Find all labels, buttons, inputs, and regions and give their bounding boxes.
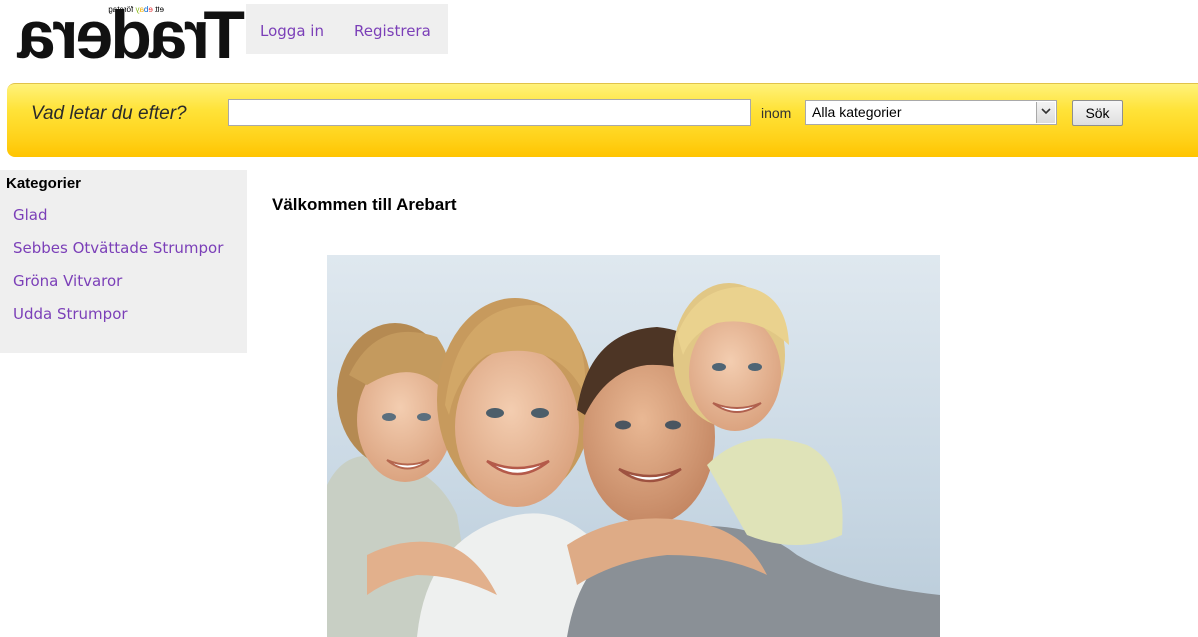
category-select[interactable]: Alla kategorier bbox=[805, 100, 1057, 125]
category-link-grona-vitvaror[interactable]: Gröna Vitvaror bbox=[13, 272, 122, 290]
category-sidebar: Kategorier Glad Sebbes Otvättade Strumpo… bbox=[0, 170, 247, 353]
list-item: Sebbes Otvättade Strumpor bbox=[13, 236, 238, 261]
category-link-udda-strumpor[interactable]: Udda Strumpor bbox=[13, 305, 128, 323]
search-bar: Vad letar du efter? inom Alla kategorier… bbox=[7, 83, 1198, 157]
sidebar-heading: Kategorier bbox=[6, 175, 82, 192]
page-title: Välkommen till Arebart bbox=[272, 195, 457, 214]
within-label: inom bbox=[761, 105, 792, 121]
tradera-logo[interactable]: ett ebay företag Tradera bbox=[7, 0, 245, 74]
login-link[interactable]: Logga in bbox=[260, 22, 324, 40]
logo-wordmark: Tradera bbox=[20, 0, 245, 73]
register-link[interactable]: Registrera bbox=[354, 22, 431, 40]
chevron-down-icon bbox=[1041, 108, 1051, 115]
search-button[interactable]: Sök bbox=[1072, 100, 1123, 126]
list-item: Glad bbox=[13, 203, 238, 228]
list-item: Udda Strumpor bbox=[13, 302, 238, 327]
family-photo-illustration bbox=[327, 255, 940, 637]
category-selected-value: Alla kategorier bbox=[812, 104, 902, 120]
category-link-sebbes-otvattade-strumpor[interactable]: Sebbes Otvättade Strumpor bbox=[13, 239, 223, 257]
auth-bar: Logga in Registrera bbox=[246, 4, 448, 54]
list-item: Gröna Vitvaror bbox=[13, 269, 238, 294]
dropdown-button[interactable] bbox=[1036, 102, 1055, 123]
search-prompt: Vad letar du efter? bbox=[31, 103, 187, 124]
category-list: Glad Sebbes Otvättade Strumpor Gröna Vit… bbox=[13, 203, 238, 335]
family-photo bbox=[327, 255, 940, 637]
search-input[interactable] bbox=[228, 99, 751, 126]
category-link-glad[interactable]: Glad bbox=[13, 206, 48, 224]
